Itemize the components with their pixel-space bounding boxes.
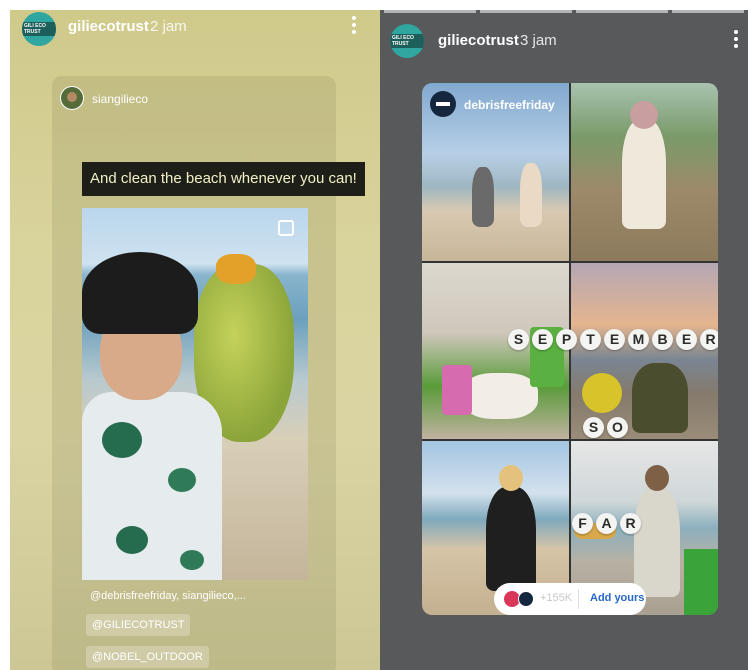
participant-count: +155K xyxy=(540,592,573,604)
bucket-hat xyxy=(82,252,198,334)
account-avatar[interactable]: GILI ECO TRUST xyxy=(390,24,424,58)
mention-tag[interactable]: @GILIECOTRUST xyxy=(86,614,191,636)
collage-account-name[interactable]: debrisfreefriday xyxy=(464,98,555,112)
person-shirt xyxy=(82,392,222,580)
letter-bubble: R xyxy=(620,513,641,534)
more-vertical-icon[interactable] xyxy=(734,30,738,51)
scooter xyxy=(582,373,622,413)
figure xyxy=(622,101,666,229)
mention-tag[interactable]: @NOBEL_OUTDOOR xyxy=(86,646,209,668)
word-so: S O xyxy=(583,417,628,438)
figure xyxy=(472,167,494,227)
letter-bubble: S xyxy=(583,417,604,438)
trash-bag xyxy=(442,365,472,415)
word-far: F A R xyxy=(572,513,641,534)
post-time: 3 jam xyxy=(520,32,557,49)
letter-bubble: O xyxy=(607,417,628,438)
participant-avatar xyxy=(518,591,534,607)
add-yours-button[interactable]: Add yours xyxy=(590,592,644,604)
beach-selfie-photo xyxy=(82,208,308,580)
post-time: 2 jam xyxy=(150,18,187,35)
divider xyxy=(578,589,579,609)
account-name[interactable]: giliecotrust xyxy=(68,18,149,35)
story-progress-segment xyxy=(384,10,476,13)
figure xyxy=(462,373,538,419)
letter-bubble: B xyxy=(652,329,673,350)
letter-bubble: F xyxy=(572,513,593,534)
letter-bubble: T xyxy=(580,329,601,350)
more-vertical-icon[interactable] xyxy=(352,16,356,37)
letter-bubble: M xyxy=(628,329,649,350)
letter-bubble: A xyxy=(596,513,617,534)
avatar-label: GILI ECO TRUST xyxy=(390,34,424,48)
repost-account-name[interactable]: siangilieco xyxy=(92,92,148,106)
letter-bubble: E xyxy=(532,329,553,350)
story-left[interactable]: GILI ECO TRUST giliecotrust 2 jam siangi… xyxy=(10,10,380,670)
add-yours-sticker[interactable]: +155K Add yours xyxy=(494,583,646,615)
word-september: S E P T E M B E R xyxy=(508,329,718,350)
letter-bubble: S xyxy=(508,329,529,350)
letter-bubble: P xyxy=(556,329,577,350)
repost-avatar[interactable] xyxy=(60,86,84,110)
quote-text: And clean the beach whenever you can! xyxy=(82,162,365,196)
figure xyxy=(634,465,680,597)
avatar-label: GILI ECO TRUST xyxy=(22,22,56,36)
brand-logo-icon[interactable] xyxy=(430,91,456,117)
figure xyxy=(520,163,542,227)
trash-bag xyxy=(684,549,718,615)
letter-bubble: E xyxy=(676,329,697,350)
story-viewer: GILI ECO TRUST giliecotrust 2 jam siangi… xyxy=(0,0,748,670)
mention-caption[interactable]: @debrisfreefriday, siangilieco,... xyxy=(90,590,246,602)
letter-bubble: E xyxy=(604,329,625,350)
story-progress-segment xyxy=(480,10,572,13)
reposted-story-card[interactable]: siangilieco And clean the beach whenever… xyxy=(52,76,365,670)
account-name[interactable]: giliecotrust xyxy=(438,32,519,49)
story-progress-segment xyxy=(576,10,668,13)
figure xyxy=(632,363,688,433)
photo-collage[interactable]: debrisfreefriday S E P T E M B E R S O F… xyxy=(422,83,718,615)
story-progress-segment xyxy=(672,10,744,13)
letter-bubble: R xyxy=(700,329,718,350)
figure xyxy=(486,465,536,591)
multi-photo-icon xyxy=(278,220,294,236)
story-right[interactable]: GILI ECO TRUST giliecotrust 3 jam debris xyxy=(380,10,748,670)
account-avatar[interactable]: GILI ECO TRUST xyxy=(22,12,56,46)
